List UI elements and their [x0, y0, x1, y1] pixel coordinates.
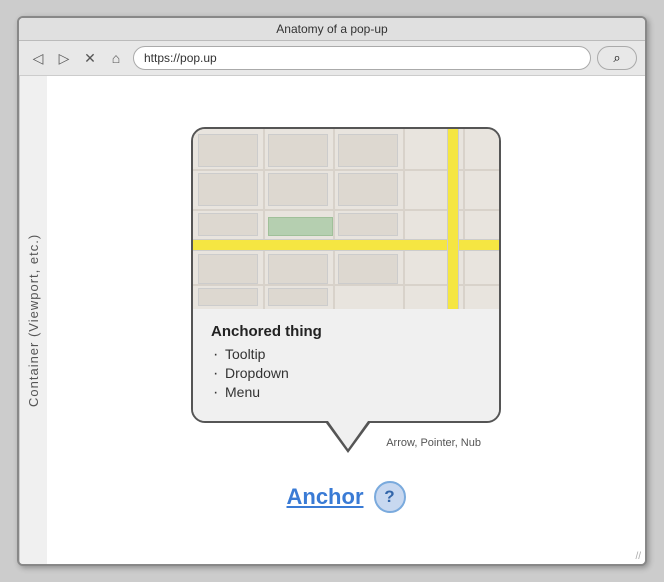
page-title: Anatomy of a pop-up: [276, 22, 387, 36]
map-grid-v1: [263, 129, 265, 309]
anchored-thing-title: Anchored thing: [211, 323, 481, 340]
address-bar[interactable]: [133, 46, 591, 70]
green-block: [268, 217, 333, 236]
nav-buttons: ◁ ▷ ✕ ⌂: [27, 47, 127, 69]
map-grid-v3: [403, 129, 405, 309]
help-icon[interactable]: ?: [374, 481, 406, 513]
block-8: [338, 213, 398, 236]
block-3: [338, 134, 398, 167]
list-item-dropdown: Dropdown: [211, 365, 481, 381]
block-5: [268, 173, 328, 206]
block-1: [198, 134, 258, 167]
map-area: [193, 129, 499, 309]
title-bar: Anatomy of a pop-up: [19, 18, 645, 41]
content-area: Container (Viewport, etc.): [19, 76, 645, 564]
popup-arrow: [326, 423, 370, 453]
block-2: [268, 134, 328, 167]
main-content: Anchored thing Tooltip Dropdown Menu Arr…: [47, 76, 645, 564]
search-icon: ⌕: [613, 50, 620, 66]
help-symbol: ?: [384, 487, 394, 507]
anchored-list: Tooltip Dropdown Menu: [211, 346, 481, 400]
block-11: [338, 254, 398, 284]
popup-text: Anchored thing Tooltip Dropdown Menu: [193, 309, 499, 421]
block-10: [268, 254, 328, 284]
home-button[interactable]: ⌂: [105, 47, 127, 69]
block-9: [198, 254, 258, 284]
road-yellow-vertical: [447, 129, 459, 309]
anchor-link[interactable]: Anchor: [287, 484, 364, 510]
list-item-menu: Menu: [211, 384, 481, 400]
block-7: [198, 213, 258, 236]
resize-handle[interactable]: //: [635, 551, 641, 562]
close-button[interactable]: ✕: [79, 47, 101, 69]
block-12: [198, 288, 258, 306]
list-item-tooltip: Tooltip: [211, 346, 481, 362]
arrow-label: Arrow, Pointer, Nub: [386, 437, 481, 449]
toolbar: ◁ ▷ ✕ ⌂ ⌕: [19, 41, 645, 76]
search-button[interactable]: ⌕: [597, 46, 637, 70]
block-6: [338, 173, 398, 206]
map-grid-v4: [463, 129, 465, 309]
forward-button[interactable]: ▷: [53, 47, 75, 69]
popup-arrow-wrapper: Arrow, Pointer, Nub: [191, 423, 501, 463]
map-grid-v2: [333, 129, 335, 309]
block-4: [198, 173, 258, 206]
back-button[interactable]: ◁: [27, 47, 49, 69]
sidebar-label: Container (Viewport, etc.): [19, 76, 47, 564]
block-13: [268, 288, 328, 306]
popup-container: Anchored thing Tooltip Dropdown Menu Arr…: [191, 127, 501, 513]
popup-box: Anchored thing Tooltip Dropdown Menu: [191, 127, 501, 423]
anchor-row: Anchor ?: [287, 481, 406, 513]
browser-window: Anatomy of a pop-up ◁ ▷ ✕ ⌂ ⌕ Container …: [17, 16, 647, 566]
